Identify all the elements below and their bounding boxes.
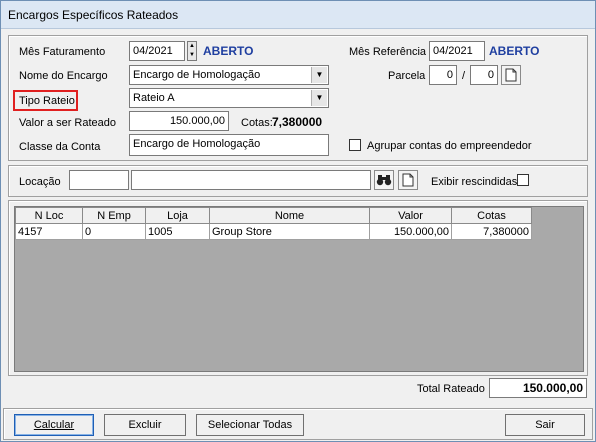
excluir-label: Excluir xyxy=(128,419,162,431)
title-bar[interactable]: Encargos Específicos Rateados xyxy=(1,1,595,29)
column-header[interactable]: N Emp xyxy=(82,207,146,224)
valor-rateado-label: Valor a ser Rateado xyxy=(19,117,117,129)
results-table: N Loc N Emp Loja Nome Valor Cotas 4157 0… xyxy=(15,207,532,240)
agrupar-contas-checkbox[interactable] xyxy=(349,139,361,151)
binoculars-icon xyxy=(376,175,392,186)
selecionar-todas-button[interactable]: Selecionar Todas xyxy=(196,414,304,436)
nome-encargo-select[interactable]: Encargo de Homologação ▼ xyxy=(129,65,329,85)
cotas-value: 7,380000 xyxy=(272,115,323,129)
valor-rateado-field[interactable]: 150.000,00 xyxy=(129,111,229,131)
exibir-rescindidas-checkbox[interactable] xyxy=(517,174,529,186)
locacao-label: Locação xyxy=(19,176,61,188)
spin-down-icon[interactable]: ▼ xyxy=(188,51,196,60)
parcela-total-field[interactable]: 0 xyxy=(470,65,498,85)
parcela-number-field[interactable]: 0 xyxy=(429,65,457,85)
dialog-window: Encargos Específicos Rateados Mês Fatura… xyxy=(0,0,596,442)
selecionar-todas-label: Selecionar Todas xyxy=(207,419,293,431)
total-rateado-label: Total Rateado xyxy=(417,383,485,395)
nome-encargo-value: Encargo de Homologação xyxy=(133,69,261,81)
chevron-down-icon[interactable]: ▼ xyxy=(311,67,327,83)
new-document-icon xyxy=(402,173,414,187)
nome-encargo-label: Nome do Encargo xyxy=(19,70,108,82)
cell-valor: 150.000,00 xyxy=(369,223,452,240)
cell-nome: Group Store xyxy=(209,223,370,240)
table-row[interactable]: 4157 0 1005 Group Store 150.000,00 7,380… xyxy=(15,223,532,240)
parcela-separator: / xyxy=(462,70,466,82)
mes-faturamento-label: Mês Faturamento xyxy=(19,46,106,58)
sair-label: Sair xyxy=(535,419,555,431)
agrupar-contas-label: Agrupar contas do empreendedor xyxy=(367,140,532,152)
mes-faturamento-field[interactable]: 04/2021 xyxy=(129,41,185,61)
excluir-button[interactable]: Excluir xyxy=(104,414,186,436)
calcular-button[interactable]: Calcular xyxy=(14,414,94,436)
mes-referencia-field[interactable]: 04/2021 xyxy=(429,41,485,61)
sair-button[interactable]: Sair xyxy=(505,414,585,436)
column-header[interactable]: N Loc xyxy=(15,207,83,224)
new-document-icon xyxy=(505,68,517,82)
locacao-name-field[interactable] xyxy=(131,170,371,190)
table-header-row: N Loc N Emp Loja Nome Valor Cotas xyxy=(15,207,532,224)
column-header[interactable]: Valor xyxy=(369,207,452,224)
parcela-new-button[interactable] xyxy=(501,65,521,85)
window-title: Encargos Específicos Rateados xyxy=(8,7,179,22)
parcela-label: Parcela xyxy=(388,70,426,82)
cotas-label: Cotas: xyxy=(241,117,273,129)
chevron-down-icon[interactable]: ▼ xyxy=(311,90,327,106)
results-grid[interactable]: N Loc N Emp Loja Nome Valor Cotas 4157 0… xyxy=(14,206,584,372)
column-header[interactable]: Cotas xyxy=(451,207,532,224)
cell-cotas: 7,380000 xyxy=(451,223,532,240)
cell-loja: 1005 xyxy=(145,223,210,240)
column-header[interactable]: Loja xyxy=(145,207,210,224)
cell-n-emp: 0 xyxy=(82,223,146,240)
tipo-rateio-select[interactable]: Rateio A ▼ xyxy=(129,88,329,108)
exibir-rescindidas-label: Exibir rescindidas xyxy=(431,176,518,188)
locacao-code-field[interactable] xyxy=(69,170,129,190)
mes-faturamento-spinner[interactable]: ▲ ▼ xyxy=(187,41,197,61)
cell-n-loc: 4157 xyxy=(15,223,83,240)
tipo-rateio-value: Rateio A xyxy=(133,92,175,104)
mes-referencia-label: Mês Referência xyxy=(349,46,427,58)
search-button[interactable] xyxy=(374,170,394,190)
classe-conta-label: Classe da Conta xyxy=(19,141,101,153)
spin-up-icon[interactable]: ▲ xyxy=(188,42,196,51)
mes-referencia-status: ABERTO xyxy=(489,44,540,58)
total-rateado-field: 150.000,00 xyxy=(489,378,587,398)
column-header[interactable]: Nome xyxy=(209,207,370,224)
mes-faturamento-status: ABERTO xyxy=(203,44,254,58)
calcular-label: Calcular xyxy=(33,419,75,431)
classe-conta-field[interactable]: Encargo de Homologação xyxy=(129,134,329,156)
new-locacao-button[interactable] xyxy=(398,170,418,190)
tipo-rateio-label: Tipo Rateio xyxy=(19,95,75,107)
